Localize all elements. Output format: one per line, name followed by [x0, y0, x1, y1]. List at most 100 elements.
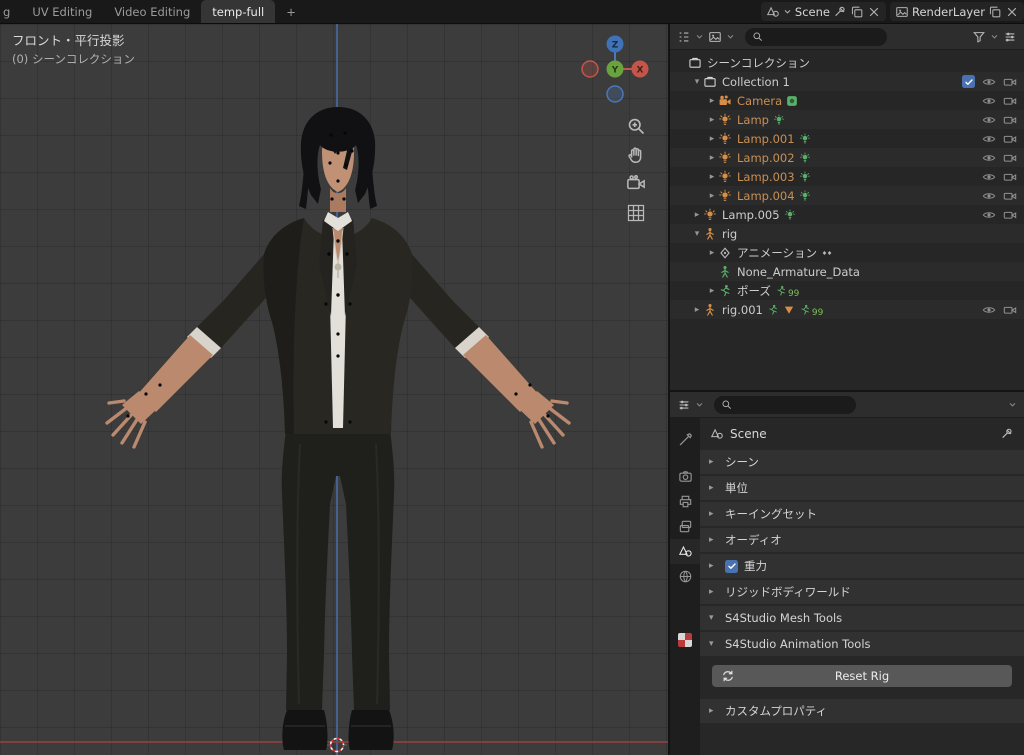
disclosure-triangle-icon[interactable]: ▸: [706, 153, 718, 163]
panel-header[interactable]: ▾S4Studio Animation Tools: [700, 632, 1024, 656]
outliner-row[interactable]: ▸ポーズ99: [670, 281, 1024, 300]
gravity-checkbox[interactable]: [725, 560, 738, 573]
hide-in-viewport-icon[interactable]: [982, 170, 996, 184]
outliner-row[interactable]: ▸ Camera: [670, 91, 1024, 110]
panel-header[interactable]: ▸カスタムプロパティ: [700, 699, 1024, 723]
new-layer-icon[interactable]: [988, 5, 1002, 19]
outliner-row[interactable]: ▸Lamp: [670, 110, 1024, 129]
render-layer-selector[interactable]: RenderLayer: [890, 2, 1024, 21]
outliner-row[interactable]: ▾rig: [670, 224, 1024, 243]
scene-name-field[interactable]: Scene: [795, 5, 830, 19]
render-layer-name-field[interactable]: RenderLayer: [912, 5, 985, 19]
hide-in-viewport-icon[interactable]: [982, 94, 996, 108]
scene-selector[interactable]: Scene: [761, 2, 886, 21]
workspace-tab[interactable]: g: [0, 0, 21, 23]
filter-icon[interactable]: [972, 30, 986, 44]
disclosure-triangle-icon[interactable]: ▸: [706, 134, 718, 144]
disclosure-triangle-icon[interactable]: ▸: [706, 115, 718, 125]
disable-in-render-icon[interactable]: [1003, 189, 1017, 203]
panel-header[interactable]: ▸シーン: [700, 450, 1024, 474]
outliner-search[interactable]: [745, 28, 887, 46]
new-scene-icon[interactable]: [850, 5, 864, 19]
workspace-tab[interactable]: Video Editing: [103, 0, 201, 23]
workspace-tab[interactable]: temp-full: [201, 0, 275, 23]
panel-header[interactable]: ▸重力: [700, 554, 1024, 578]
3d-viewport[interactable]: フロント・平行投影 (0) シーンコレクション Z Y X: [0, 24, 670, 755]
properties-tab-scene[interactable]: [670, 539, 700, 564]
reset-rig-button[interactable]: Reset Rig: [712, 665, 1012, 687]
disclosure-triangle-icon[interactable]: ▾: [691, 229, 703, 239]
hide-in-viewport-icon[interactable]: [982, 303, 996, 317]
disable-in-render-icon[interactable]: [1003, 151, 1017, 165]
camera-view-icon[interactable]: [626, 174, 646, 194]
remove-layer-icon[interactable]: [1005, 5, 1019, 19]
workspace-tab[interactable]: UV Editing: [21, 0, 103, 23]
disclosure-triangle-icon[interactable]: ▾: [691, 77, 703, 87]
properties-tab-render[interactable]: [670, 464, 700, 489]
outliner-row[interactable]: ▸rig.00199: [670, 300, 1024, 319]
properties-search[interactable]: [714, 396, 856, 414]
outliner-row[interactable]: ▸Lamp.005: [670, 205, 1024, 224]
panel-chevron-icon: ▸: [709, 561, 719, 571]
outliner-row[interactable]: ▸Lamp.002: [670, 148, 1024, 167]
hide-in-viewport-icon[interactable]: [982, 132, 996, 146]
hide-in-viewport-icon[interactable]: [982, 208, 996, 222]
pin-icon[interactable]: [833, 5, 847, 19]
axis-z-negative[interactable]: [607, 86, 623, 102]
zoom-icon[interactable]: [626, 116, 646, 136]
pan-hand-icon[interactable]: [626, 145, 646, 165]
disable-in-render-icon[interactable]: [1003, 75, 1017, 89]
outliner-row[interactable]: None_Armature_Data: [670, 262, 1024, 281]
scene-browse-icon[interactable]: [766, 5, 780, 19]
disclosure-triangle-icon[interactable]: ▸: [706, 286, 718, 296]
disclosure-triangle-icon[interactable]: ▸: [691, 305, 703, 315]
disclosure-triangle-icon[interactable]: ▸: [706, 172, 718, 182]
outliner-row[interactable]: ▸アニメーション: [670, 243, 1024, 262]
axis-x-negative[interactable]: [582, 61, 598, 77]
outliner-item-label: Camera: [737, 94, 782, 108]
properties-editor-icon[interactable]: [677, 398, 691, 412]
toggle-grid-icon[interactable]: [626, 203, 646, 223]
unlink-icon[interactable]: [867, 5, 881, 19]
outliner-tree: シーンコレクション▾Collection 1▸Camera▸Lamp▸Lamp.…: [670, 50, 1024, 390]
character-model[interactable]: [0, 24, 670, 755]
hide-in-viewport-icon[interactable]: [982, 151, 996, 165]
pose-icon: [767, 304, 779, 316]
disable-in-render-icon[interactable]: [1003, 170, 1017, 184]
new-workspace-tab[interactable]: +: [275, 0, 307, 23]
panel-header[interactable]: ▸単位: [700, 476, 1024, 500]
display-mode-icon[interactable]: [708, 30, 722, 44]
panel-header[interactable]: ▸リジッドボディワールド: [700, 580, 1024, 604]
pin-icon[interactable]: [1000, 427, 1014, 441]
panel-header[interactable]: ▸オーディオ: [700, 528, 1024, 552]
properties-tab-world[interactable]: [670, 564, 700, 589]
outliner-row[interactable]: ▸Lamp.001: [670, 129, 1024, 148]
disable-in-render-icon[interactable]: [1003, 132, 1017, 146]
disclosure-triangle-icon[interactable]: ▸: [691, 210, 703, 220]
disclosure-triangle-icon[interactable]: ▸: [706, 248, 718, 258]
properties-tab-output[interactable]: [670, 489, 700, 514]
options-icon[interactable]: [1003, 30, 1017, 44]
properties-tab-tool[interactable]: [670, 427, 700, 452]
disable-in-render-icon[interactable]: [1003, 113, 1017, 127]
properties-tab-view-layer[interactable]: [670, 514, 700, 539]
disable-in-render-icon[interactable]: [1003, 208, 1017, 222]
panel-header[interactable]: ▾S4Studio Mesh Tools: [700, 606, 1024, 630]
outliner-row[interactable]: ▾Collection 1: [670, 72, 1024, 91]
hide-in-viewport-icon[interactable]: [982, 75, 996, 89]
disable-in-render-icon[interactable]: [1003, 303, 1017, 317]
hide-in-viewport-icon[interactable]: [982, 113, 996, 127]
hide-in-viewport-icon[interactable]: [982, 189, 996, 203]
navigation-gizmo[interactable]: Z Y X: [578, 32, 652, 106]
panel-header[interactable]: ▸キーイングセット: [700, 502, 1024, 526]
outliner-row[interactable]: シーンコレクション: [670, 53, 1024, 72]
outliner-editor-icon[interactable]: [677, 30, 691, 44]
properties-tab-texture[interactable]: [670, 627, 700, 652]
outliner-row[interactable]: ▸Lamp.003: [670, 167, 1024, 186]
disable-in-render-icon[interactable]: [1003, 94, 1017, 108]
outliner-row[interactable]: ▸Lamp.004: [670, 186, 1024, 205]
view-layer-icon[interactable]: [895, 5, 909, 19]
disclosure-triangle-icon[interactable]: ▸: [706, 96, 718, 106]
collection-checkbox[interactable]: [962, 75, 975, 88]
disclosure-triangle-icon[interactable]: ▸: [706, 191, 718, 201]
